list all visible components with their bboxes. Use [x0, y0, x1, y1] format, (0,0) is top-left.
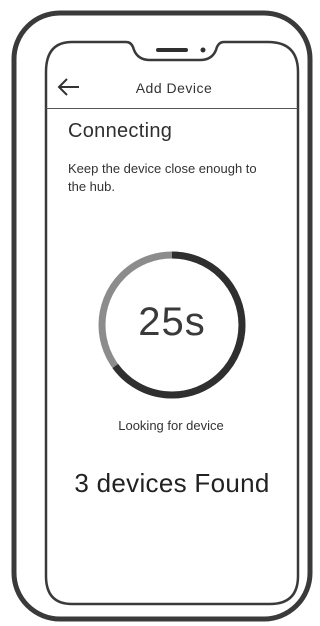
page-title: Add Device — [135, 80, 213, 96]
camera-dot — [200, 47, 206, 53]
devices-found-text: 3 devices Found — [74, 468, 270, 498]
back-arrow-icon[interactable] — [56, 76, 82, 102]
app-header: Add Device — [50, 76, 298, 104]
status-text: Looking for device — [118, 418, 224, 433]
countdown-timer: 25s — [138, 300, 206, 344]
instruction-text: Keep the device close enough to the hub. — [68, 161, 257, 194]
connecting-heading: Connecting — [68, 120, 173, 142]
header-divider — [46, 108, 298, 109]
